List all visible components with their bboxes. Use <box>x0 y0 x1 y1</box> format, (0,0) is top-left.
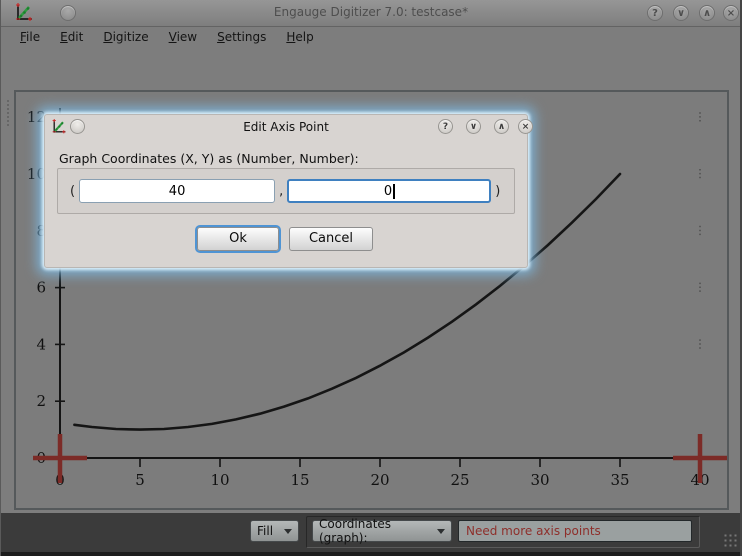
resize-grip[interactable] <box>724 534 738 548</box>
x-tick-label: 15 <box>290 471 309 489</box>
ok-button[interactable]: Ok <box>197 227 279 251</box>
menu-edit[interactable]: Edit <box>50 29 93 45</box>
coordinates-label: Graph Coordinates (X, Y) as (Number, Num… <box>59 151 359 166</box>
cancel-button[interactable]: Cancel <box>289 227 373 251</box>
menubar: FileEditDigitizeViewSettingsHelp <box>0 27 742 46</box>
y-tick-label: 6 <box>36 279 46 297</box>
close-paren: ) <box>491 184 504 199</box>
x-coordinate-input[interactable]: 40 <box>79 179 275 203</box>
x-tick-label: 30 <box>530 471 549 489</box>
dialog-help-button[interactable]: ? <box>438 119 453 134</box>
window-title: Engauge Digitizer 7.0: testcase* <box>0 5 742 19</box>
coordinates-groupbox: ( 40 , 0 ) <box>57 168 515 214</box>
x-tick-label: 25 <box>450 471 469 489</box>
dialog-shade-button[interactable]: ∨ <box>466 119 481 134</box>
dialog-title: Edit Axis Point <box>45 120 527 134</box>
statusbar: Fill Coordinates (graph): Need more axis… <box>0 513 742 552</box>
coordinates-combo[interactable]: Coordinates (graph): <box>312 520 452 542</box>
comma: , <box>275 184 287 199</box>
x-tick-label: 35 <box>610 471 629 489</box>
open-paren: ( <box>66 184 79 199</box>
x-tick-label: 5 <box>135 471 145 489</box>
window-bottom-edge <box>0 552 742 556</box>
chevron-down-icon <box>437 529 445 534</box>
menu-help[interactable]: Help <box>276 29 323 45</box>
y-tick-label: 4 <box>36 335 46 353</box>
window-maximize-button[interactable]: ∧ <box>699 5 715 21</box>
menu-file[interactable]: File <box>10 29 50 45</box>
coordinates-combo-value: Coordinates (graph): <box>319 517 437 545</box>
x-coordinate-value: 40 <box>169 184 186 199</box>
y-coordinate-input[interactable]: 0 <box>287 179 491 203</box>
menu-view[interactable]: View <box>159 29 207 45</box>
window-help-button[interactable]: ? <box>647 5 663 21</box>
status-message: Need more axis points <box>466 524 601 538</box>
status-message-field: Need more axis points <box>458 520 692 542</box>
fill-combo-value: Fill <box>257 524 273 538</box>
edit-axis-point-dialog: Edit Axis Point ? ∨ ∧ × Graph Coordinate… <box>44 114 528 268</box>
text-cursor <box>393 184 395 199</box>
x-tick-label: 20 <box>370 471 389 489</box>
dialog-titlebar[interactable]: Edit Axis Point ? ∨ ∧ × <box>45 115 527 139</box>
y-tick-label: 2 <box>36 392 46 410</box>
x-tick-label: 10 <box>210 471 229 489</box>
dialog-close-button[interactable]: × <box>518 119 533 134</box>
fill-combo[interactable]: Fill <box>250 520 299 542</box>
dialog-maximize-button[interactable]: ∧ <box>494 119 509 134</box>
window-close-button[interactable]: × <box>723 5 739 21</box>
window-shade-button[interactable]: ∨ <box>673 5 689 21</box>
chevron-down-icon <box>284 529 292 534</box>
toolbar: Filtered image <box>0 46 742 90</box>
toolbar-drag-handle[interactable] <box>6 99 10 127</box>
y-coordinate-value: 0 <box>384 184 392 199</box>
menu-settings[interactable]: Settings <box>207 29 276 45</box>
window-titlebar: Engauge Digitizer 7.0: testcase* ? ∨ ∧ × <box>0 0 742 27</box>
menu-digitize[interactable]: Digitize <box>93 29 158 45</box>
